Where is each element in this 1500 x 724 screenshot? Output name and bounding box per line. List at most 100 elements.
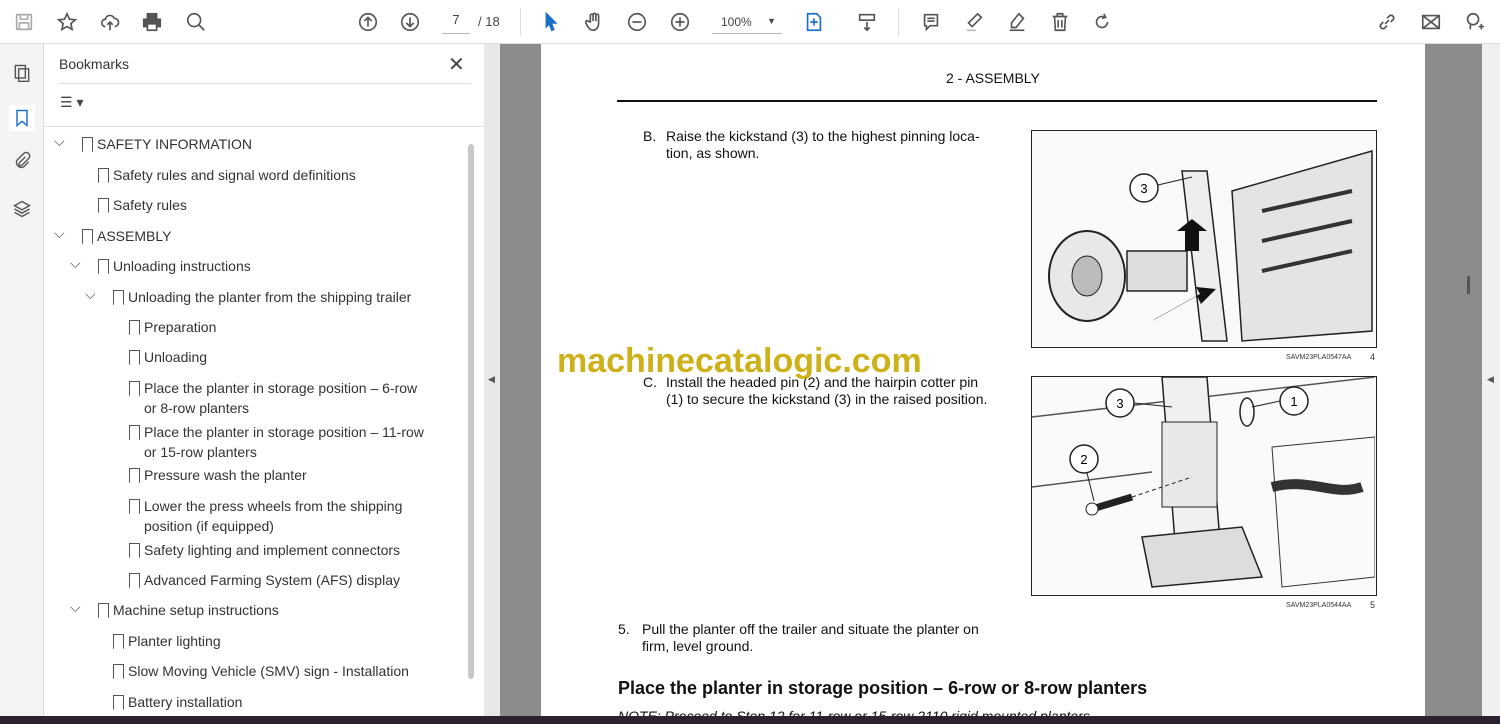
select-cursor-icon[interactable] xyxy=(537,8,565,36)
step-5-text: Pull the planter off the trailer and sit… xyxy=(642,621,979,655)
figure-number: 5 xyxy=(1370,600,1376,610)
bookmark-item[interactable]: Lower the press wheels from the shipping… xyxy=(101,496,424,536)
bookmark-icon xyxy=(82,137,93,152)
taskbar xyxy=(0,716,1500,724)
step-b-label: B. xyxy=(643,128,657,144)
bookmark-icon xyxy=(98,259,109,274)
bookmark-item[interactable]: Pressure wash the planter xyxy=(101,465,424,485)
layers-icon[interactable] xyxy=(9,196,35,222)
bookmark-label: Safety rules xyxy=(113,197,187,213)
page-number-input[interactable]: 7 xyxy=(442,12,470,34)
expand-arrow-icon[interactable]: ◀ xyxy=(1487,374,1494,385)
bookmark-item[interactable]: Battery installation xyxy=(85,692,424,712)
bookmark-options-button[interactable]: ☰ ▾ xyxy=(60,94,83,111)
bookmark-item[interactable]: ⌵ Machine setup instructions xyxy=(70,597,424,620)
highlight-icon[interactable] xyxy=(960,8,988,36)
figure-number: 4 xyxy=(1370,352,1376,362)
panel-splitter[interactable]: ◀ xyxy=(484,44,500,716)
toolbar: 7 / 18 100% ▼ xyxy=(0,0,1500,44)
bookmark-icon xyxy=(129,350,140,365)
zoom-value: 100% xyxy=(721,15,752,29)
zoom-out-icon[interactable] xyxy=(623,8,651,36)
star-icon[interactable] xyxy=(53,8,81,36)
chevron-down-icon[interactable]: ⌵ xyxy=(70,253,81,273)
bookmark-label: Advanced Farming System (AFS) display xyxy=(144,572,400,588)
page-total: / 18 xyxy=(478,14,500,29)
divider xyxy=(520,8,521,36)
bookmark-item[interactable]: Place the planter in storage position – … xyxy=(101,422,424,462)
add-user-icon[interactable] xyxy=(1460,8,1488,36)
bookmark-label: Unloading xyxy=(144,349,208,365)
bookmark-label: Place the planter in storage position – … xyxy=(144,424,424,460)
bookmark-item[interactable]: Place the planter in storage position – … xyxy=(101,378,424,418)
scroll-mode-icon[interactable] xyxy=(853,8,881,36)
bookmark-label: SAFETY INFORMATION xyxy=(97,136,253,152)
bookmark-item[interactable]: ⌵ Unloading the planter from the shipping… xyxy=(85,284,424,307)
bookmark-icon xyxy=(113,290,124,305)
bookmark-item[interactable]: Advanced Farming System (AFS) display xyxy=(101,570,424,590)
collapse-arrow-icon[interactable]: ◀ xyxy=(488,374,495,385)
navigation-rail xyxy=(0,44,44,716)
page-up-icon[interactable] xyxy=(354,8,382,36)
delete-icon[interactable] xyxy=(1046,8,1074,36)
bookmark-item[interactable]: Safety lighting and implement connectors xyxy=(101,540,424,560)
bookmark-item[interactable]: ⌵ Unloading instructions xyxy=(70,253,424,276)
attachment-icon[interactable] xyxy=(9,148,35,174)
callout-3: 3 xyxy=(1140,181,1147,196)
zoom-in-icon[interactable] xyxy=(666,8,694,36)
bookmark-icon xyxy=(98,198,109,213)
bookmarks-icon[interactable] xyxy=(9,105,35,131)
bookmark-item[interactable]: Safety rules and signal word definitions xyxy=(70,165,424,185)
bookmark-label: Battery installation xyxy=(128,694,243,710)
chevron-down-icon: ▼ xyxy=(767,16,776,26)
callout-1: 1 xyxy=(1290,394,1297,409)
bookmark-item[interactable]: Preparation xyxy=(101,317,424,337)
divider xyxy=(898,8,899,36)
hand-icon[interactable] xyxy=(580,8,608,36)
comment-icon[interactable] xyxy=(917,8,945,36)
panel-scrollbar[interactable] xyxy=(468,144,474,679)
share-link-icon[interactable] xyxy=(1373,8,1401,36)
save-icon[interactable] xyxy=(10,8,38,36)
email-icon[interactable] xyxy=(1417,8,1445,36)
bookmark-label: Slow Moving Vehicle (SMV) sign - Install… xyxy=(128,663,409,679)
sign-icon[interactable] xyxy=(1003,8,1031,36)
bookmark-icon xyxy=(129,499,140,514)
bookmark-icon xyxy=(113,664,124,679)
right-panel-toggle[interactable]: ◀ xyxy=(1482,44,1500,716)
bookmark-label: Place the planter in storage position – … xyxy=(144,380,418,416)
bookmark-item[interactable]: Slow Moving Vehicle (SMV) sign - Install… xyxy=(85,661,424,681)
search-zoom-icon[interactable] xyxy=(182,8,210,36)
document-scrollbar-thumb[interactable] xyxy=(1467,276,1470,294)
step-5-label: 5. xyxy=(618,621,630,637)
bookmark-icon xyxy=(129,320,140,335)
close-icon[interactable]: ✕ xyxy=(448,52,465,77)
cloud-upload-icon[interactable] xyxy=(96,8,124,36)
figure-caption: SAVM23PLA0544AA xyxy=(1286,602,1352,609)
chevron-down-icon[interactable]: ⌵ xyxy=(70,597,81,617)
zoom-select[interactable]: 100% ▼ xyxy=(712,12,782,34)
rotate-icon[interactable] xyxy=(1088,8,1116,36)
panel-title: Bookmarks xyxy=(59,56,130,72)
chevron-down-icon[interactable]: ⌵ xyxy=(54,223,65,243)
bookmark-item[interactable]: Safety rules xyxy=(70,195,424,215)
print-icon[interactable] xyxy=(138,8,166,36)
page-down-icon[interactable] xyxy=(396,8,424,36)
callout-2: 2 xyxy=(1080,452,1087,467)
figure-kickstand-raised: 3 xyxy=(1031,130,1377,348)
chevron-down-icon[interactable]: ⌵ xyxy=(54,131,65,151)
bookmark-item[interactable]: ⌵ SAFETY INFORMATION xyxy=(54,131,424,154)
bookmark-icon xyxy=(113,695,124,710)
bookmark-item[interactable]: ⌵ ASSEMBLY xyxy=(54,223,424,246)
bookmark-icon xyxy=(113,634,124,649)
step-5-line: firm, level ground. xyxy=(642,638,754,654)
bookmark-item[interactable]: Unloading xyxy=(101,347,424,367)
chevron-down-icon[interactable]: ⌵ xyxy=(85,284,96,304)
bookmark-icon xyxy=(82,229,93,244)
callout-3: 3 xyxy=(1116,396,1123,411)
page-thumbnails-icon[interactable] xyxy=(9,60,35,86)
bookmark-item[interactable]: Planter lighting xyxy=(85,631,424,651)
bookmark-label: Planter lighting xyxy=(128,633,221,649)
step-b-text: Raise the kickstand (3) to the highest p… xyxy=(666,128,980,162)
fit-page-icon[interactable] xyxy=(800,8,828,36)
